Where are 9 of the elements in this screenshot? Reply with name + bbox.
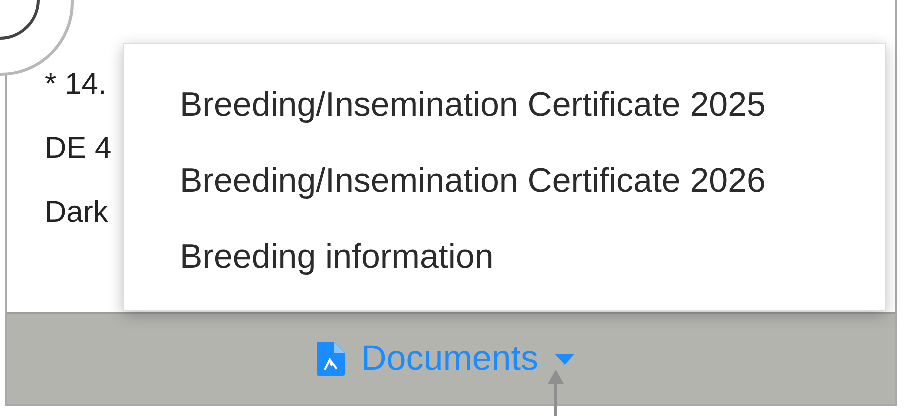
menu-item[interactable]: Breeding/Insemination Certificate 2026 — [124, 148, 885, 224]
pdf-file-icon — [317, 342, 346, 376]
menu-item[interactable]: Breeding information — [124, 224, 885, 300]
card-text: DE 4 — [45, 131, 113, 167]
caret-icon — [554, 354, 575, 364]
pointer-arrow-icon — [548, 370, 564, 416]
card-text: * 14. — [45, 67, 108, 103]
card-text: Dark — [45, 195, 110, 231]
menu-item[interactable]: Breeding/Insemination Certificate 2025 — [124, 72, 885, 148]
